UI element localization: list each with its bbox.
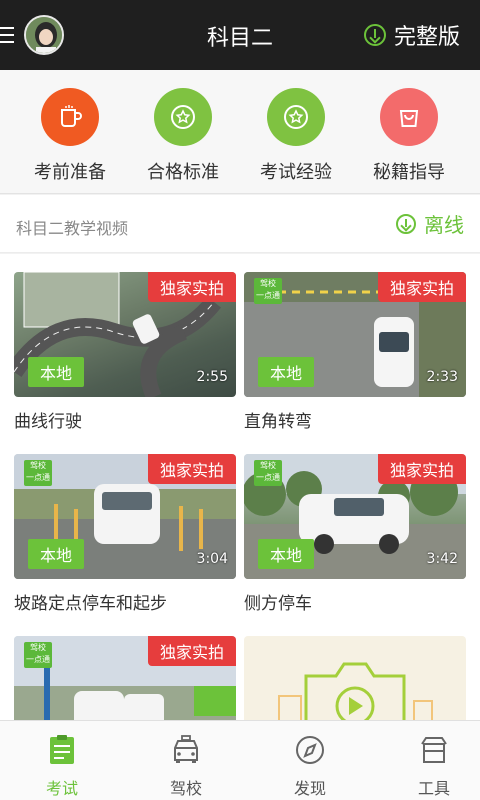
video-title: 曲线行驶 <box>14 412 82 432</box>
download-icon <box>363 24 386 46</box>
local-tag: 本地 <box>258 539 315 569</box>
video-card[interactable]: 驾校 一点通 独家实拍 本地 3:04 坡路定点停车和起步 <box>14 454 236 614</box>
download-icon <box>396 213 416 234</box>
local-tag: 本地 <box>28 539 85 569</box>
exclusive-badge: 独家实拍 <box>147 636 236 666</box>
bottom-nav: 考试 驾校 发现 工具 <box>0 720 480 800</box>
nav-tab-tools[interactable]: 工具 <box>374 733 480 799</box>
full-version-button[interactable]: 完整版 <box>363 19 460 51</box>
star-badge-icon <box>267 88 325 146</box>
video-duration: 2:33 <box>426 369 458 385</box>
video-thumbnail[interactable]: 驾校 一点通 独家实拍 本地 3:42 <box>244 454 466 579</box>
brand-logo: 驾校 一点通 <box>24 642 52 668</box>
quick-item-guide[interactable]: 秘籍指导 <box>354 88 464 184</box>
nav-label: 工具 <box>417 779 450 798</box>
video-thumbnail[interactable]: 驾校 一点通 独家实拍 <box>14 636 236 720</box>
quick-item-label: 秘籍指导 <box>373 162 445 183</box>
video-duration: 3:04 <box>196 551 228 567</box>
local-tag: 本地 <box>28 357 85 387</box>
video-duration: 3:42 <box>426 551 458 567</box>
offline-label: 离线 <box>424 213 464 237</box>
video-thumbnail[interactable]: 独家实拍 本地 2:55 <box>14 272 236 397</box>
exclusive-badge: 独家实拍 <box>147 454 236 484</box>
camera-play-icon <box>278 662 433 720</box>
quick-item-experience[interactable]: 考试经验 <box>241 88 351 184</box>
cup-icon <box>41 88 99 146</box>
exclusive-badge: 独家实拍 <box>377 272 466 302</box>
section-title: 科目二教学视频 <box>16 219 129 238</box>
quick-menu: 考前准备 合格标准 考试经验 秘籍指导 <box>0 70 480 194</box>
video-card-placeholder[interactable] <box>244 636 466 720</box>
video-card[interactable]: 独家实拍 本地 2:55 曲线行驶 <box>14 272 236 432</box>
nav-tab-exam[interactable]: 考试 <box>2 733 122 799</box>
video-placeholder-thumbnail[interactable] <box>244 636 466 720</box>
nav-tab-school[interactable]: 驾校 <box>126 733 246 799</box>
quick-item-label: 合格标准 <box>147 162 219 183</box>
exam-icon <box>50 735 74 764</box>
quick-item-label: 考前准备 <box>34 162 106 183</box>
video-title: 坡路定点停车和起步 <box>14 594 167 614</box>
local-tag: 本地 <box>258 357 315 387</box>
quick-item-label: 考试经验 <box>260 162 332 183</box>
full-version-label: 完整版 <box>393 25 460 50</box>
quick-item-standard[interactable]: 合格标准 <box>128 88 238 184</box>
star-badge-icon <box>154 88 212 146</box>
video-title: 侧方停车 <box>244 594 312 614</box>
brand-logo: 驾校 一点通 <box>24 460 52 486</box>
video-card[interactable]: 驾校 一点通 独家实拍 <box>14 636 236 720</box>
video-title: 直角转弯 <box>244 412 312 432</box>
video-thumbnail[interactable]: 驾校 一点通 独家实拍 本地 2:33 <box>244 272 466 397</box>
brand-logo: 驾校 一点通 <box>254 460 282 486</box>
avatar[interactable] <box>24 15 64 55</box>
video-thumbnail[interactable]: 驾校 一点通 独家实拍 本地 3:04 <box>14 454 236 579</box>
toolbox-icon <box>421 737 447 763</box>
offline-button[interactable]: 离线 <box>396 209 464 238</box>
nav-label: 发现 <box>293 779 326 798</box>
menu-icon[interactable] <box>0 27 14 43</box>
video-card[interactable]: 驾校 一点通 独家实拍 本地 2:33 直角转弯 <box>244 272 466 432</box>
quick-item-prep[interactable]: 考前准备 <box>15 88 125 184</box>
taxi-icon <box>174 735 198 763</box>
video-duration: 2:55 <box>196 369 228 385</box>
brand-logo: 驾校 一点通 <box>254 278 282 304</box>
compass-icon <box>296 736 324 764</box>
nav-tab-discover[interactable]: 发现 <box>250 733 370 799</box>
exclusive-badge: 独家实拍 <box>147 272 236 302</box>
nav-label: 驾校 <box>169 779 202 798</box>
video-grid: 独家实拍 本地 2:55 曲线行驶 驾校 一点通 独家实拍 本地 2:33 直角转… <box>0 254 480 720</box>
top-bar: 科目二 完整版 <box>0 0 480 70</box>
video-card[interactable]: 驾校 一点通 独家实拍 本地 3:42 侧方停车 <box>244 454 466 614</box>
exclusive-badge: 独家实拍 <box>377 454 466 484</box>
section-header: 科目二教学视频 离线 <box>0 195 480 253</box>
nav-label: 考试 <box>45 779 78 798</box>
bag-icon <box>380 88 438 146</box>
